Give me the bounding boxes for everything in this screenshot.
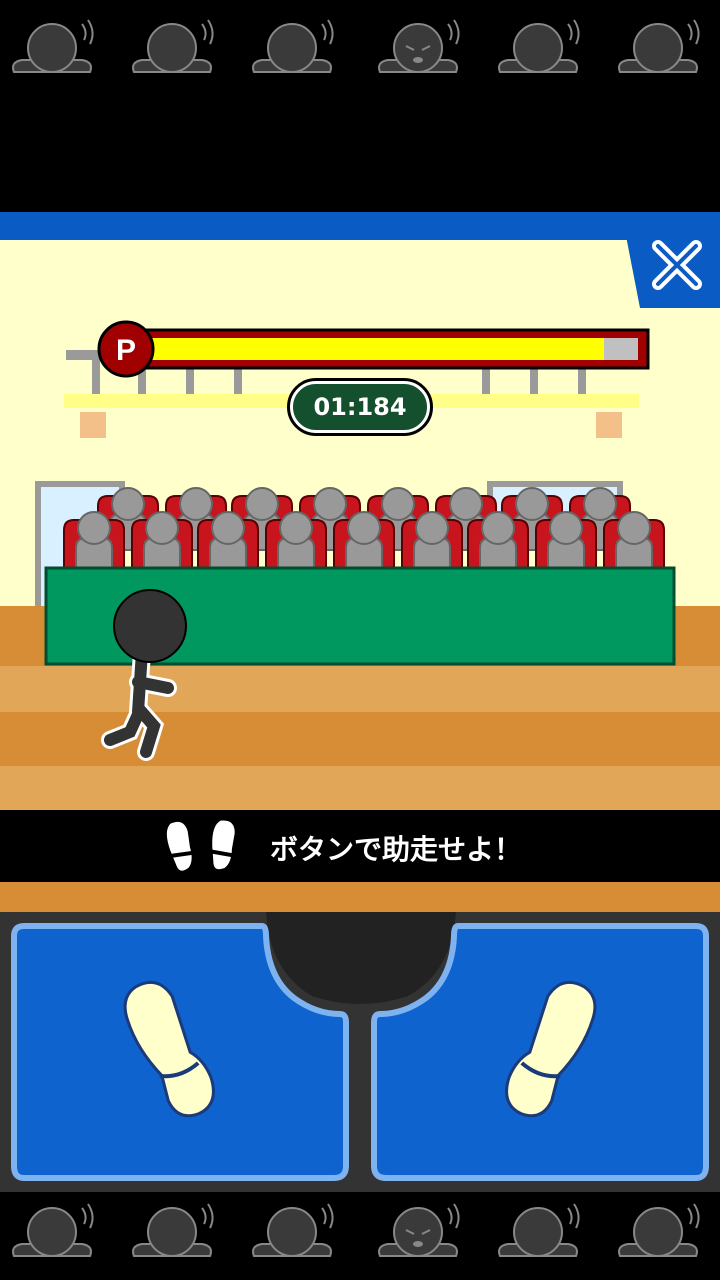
right-step-shape: [371, 923, 709, 1181]
step-controls: [0, 912, 720, 1192]
bowing-face-figure-icon: [378, 19, 460, 73]
bowing-figure-icon: [252, 1203, 334, 1257]
top-decoration-banner: [0, 0, 720, 88]
floor-strip: [0, 882, 720, 912]
close-button[interactable]: [626, 236, 720, 308]
bowing-figure-icon: [252, 19, 334, 73]
left-step-shape: [11, 923, 349, 1181]
bowing-figure-icon: [498, 19, 580, 73]
bowing-face-figure-icon: [378, 1203, 460, 1257]
close-icon: [626, 236, 720, 308]
power-label: P: [116, 334, 136, 367]
footprints-icon: [166, 820, 235, 871]
bowing-figure-icon: [618, 19, 700, 73]
bowing-figure-icon: [12, 1203, 94, 1257]
bowing-figure-icon: [498, 1203, 580, 1257]
timer-display: 01:184: [287, 378, 433, 436]
bowing-figure-icon: [12, 19, 94, 73]
power-meter-fill: [152, 338, 604, 360]
bowing-figure-icon: [132, 1203, 214, 1257]
power-meter: P: [97, 320, 650, 378]
gymnasium-scene: [0, 212, 720, 810]
game-scene: [0, 212, 720, 810]
bottom-decoration-banner: [0, 1192, 720, 1280]
instruction-bar: ボタンで助走せよ！: [0, 810, 720, 882]
bowing-figure-icon: [132, 19, 214, 73]
bowing-figure-icon: [618, 1203, 700, 1257]
left-step-button[interactable]: [10, 922, 350, 1184]
instruction-text: ボタンで助走せよ！: [270, 833, 523, 866]
right-step-button[interactable]: [370, 922, 710, 1184]
